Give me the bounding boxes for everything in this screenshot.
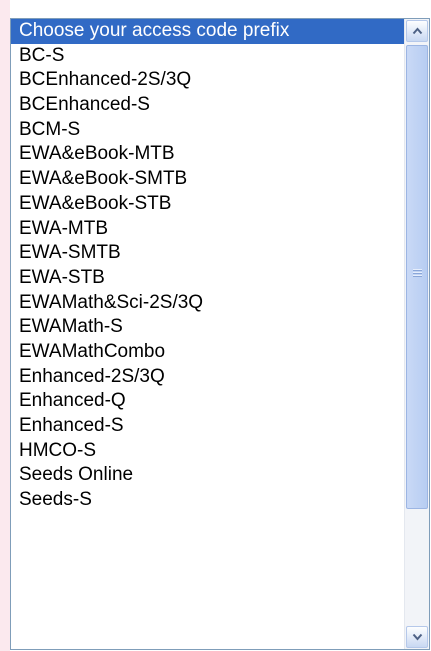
grip-icon [413,269,422,279]
list-item[interactable]: EWA-STB [11,266,404,291]
list-item[interactable]: EWA&eBook-SMTB [11,167,404,192]
list-item[interactable]: BCM-S [11,118,404,143]
list-item[interactable]: EWAMath&Sci-2S/3Q [11,291,404,316]
list-item[interactable]: EWAMathCombo [11,340,404,365]
list-item[interactable]: EWA-MTB [11,217,404,242]
list-item[interactable]: Enhanced-2S/3Q [11,365,404,390]
scroll-thumb[interactable] [406,45,428,509]
list-item[interactable]: EWA&eBook-STB [11,192,404,217]
list-item[interactable]: Enhanced-S [11,414,404,439]
list-item[interactable]: EWA&eBook-MTB [11,142,404,167]
list-item[interactable]: EWA-SMTB [11,241,404,266]
chevron-down-icon [412,633,422,641]
dropdown-list[interactable]: Choose your access code prefix BC-S BCEn… [11,19,404,649]
access-code-prefix-dropdown[interactable]: Choose your access code prefix BC-S BCEn… [10,18,430,650]
list-item[interactable]: EWAMath-S [11,315,404,340]
scroll-up-button[interactable] [406,20,428,42]
scroll-down-button[interactable] [406,626,428,648]
page-backdrop-edge [0,0,10,651]
list-item[interactable]: Enhanced-Q [11,389,404,414]
list-item[interactable]: Seeds Online [11,463,404,488]
list-item[interactable]: BC-S [11,44,404,69]
list-item[interactable]: BCEnhanced-S [11,93,404,118]
list-item[interactable]: HMCO-S [11,439,404,464]
list-item[interactable]: Seeds-S [11,488,404,513]
list-item-placeholder[interactable]: Choose your access code prefix [11,19,404,44]
chevron-up-icon [412,27,422,35]
list-item[interactable]: BCEnhanced-2S/3Q [11,68,404,93]
vertical-scrollbar[interactable] [404,19,429,649]
